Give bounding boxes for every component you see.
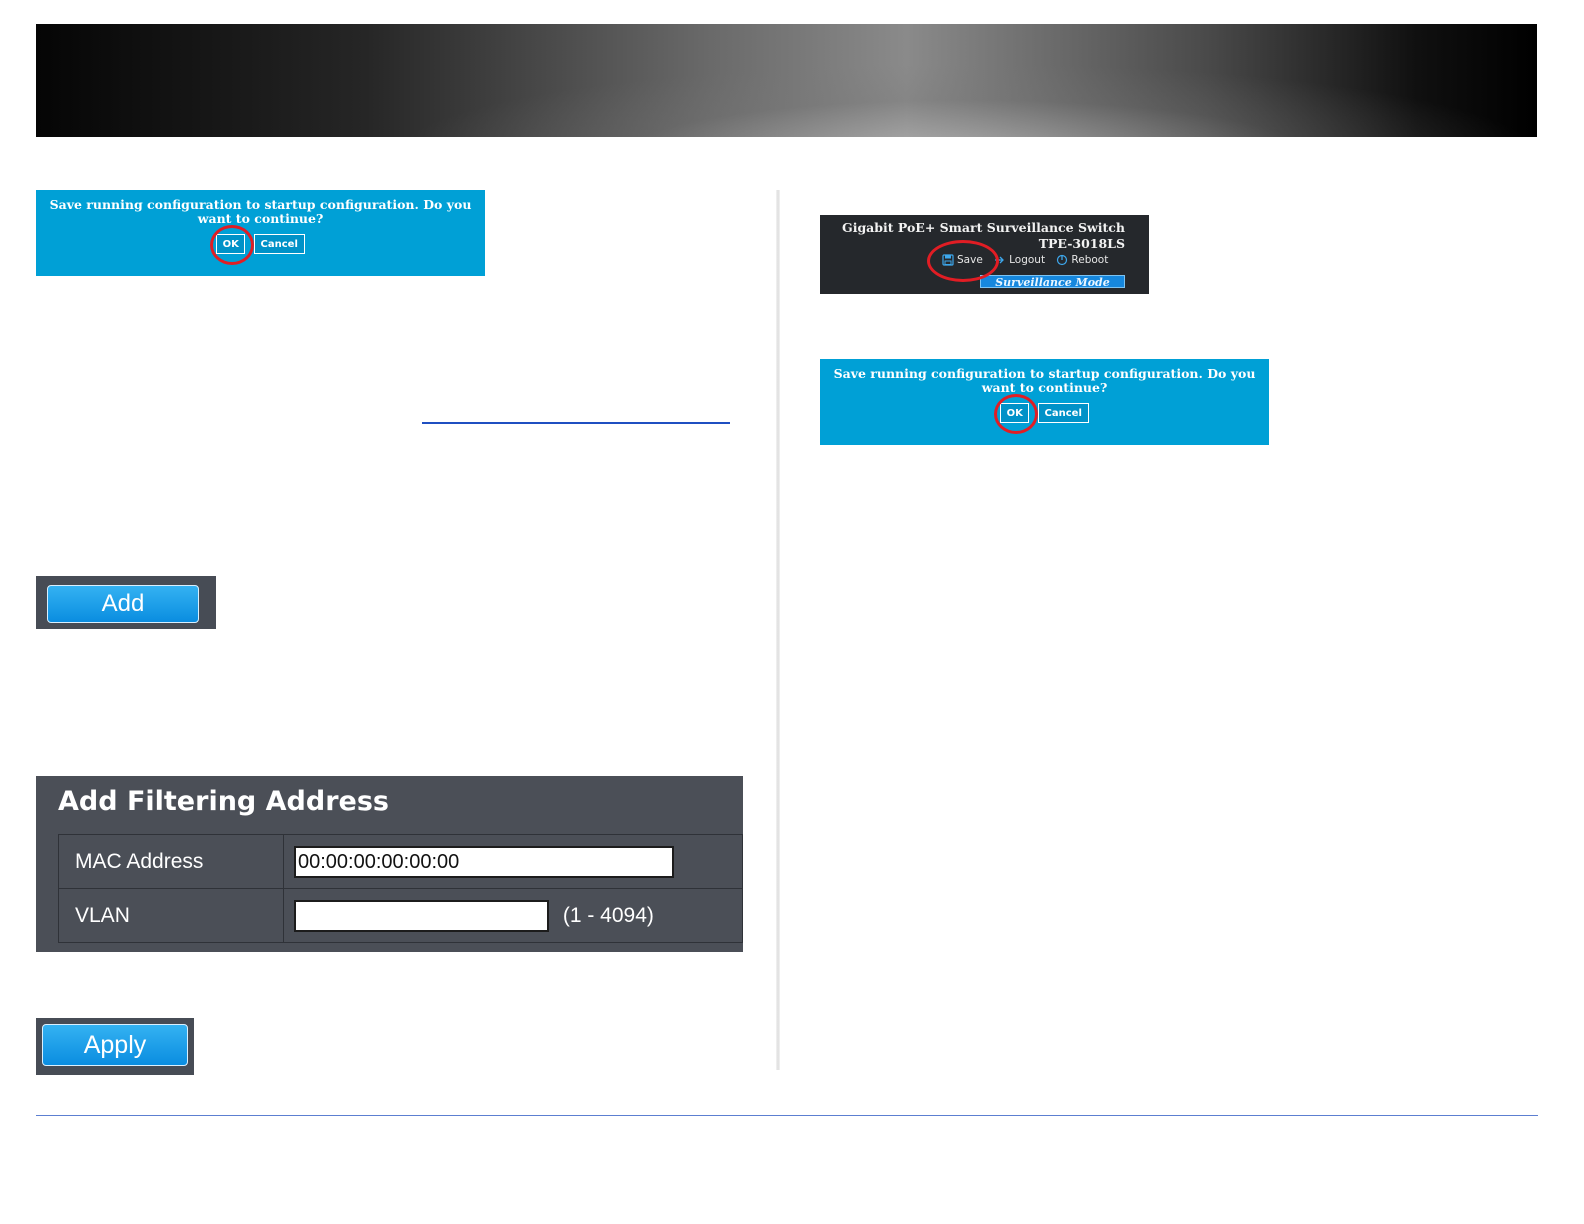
add-button[interactable]: Add — [47, 585, 199, 623]
hyperlink-underline[interactable] — [422, 422, 730, 424]
product-name: Gigabit PoE+ Smart Surveillance Switch — [842, 220, 1125, 235]
model-name: TPE-3018LS — [1038, 236, 1125, 251]
vlan-label: VLAN — [58, 888, 284, 943]
mac-address-label: MAC Address — [58, 834, 284, 889]
switch-header-snippet: Gigabit PoE+ Smart Surveillance Switch T… — [820, 215, 1149, 294]
footer-rule — [36, 1115, 1538, 1116]
save-confirm-dialog: Save running configuration to startup co… — [820, 359, 1269, 445]
dialog-buttons: OK Cancel — [36, 234, 485, 254]
cancel-button[interactable]: Cancel — [253, 234, 305, 254]
ok-button[interactable]: OK — [216, 234, 246, 254]
logout-icon — [995, 256, 1005, 264]
dialog-message: Save running configuration to startup co… — [49, 197, 472, 226]
logout-link[interactable]: Logout — [994, 254, 1045, 266]
header-actions: Save Logout Reboot — [942, 254, 1108, 266]
apply-button[interactable]: Apply — [42, 1024, 188, 1066]
reboot-icon — [1057, 254, 1068, 266]
vlan-row: VLAN (1 - 4094) — [58, 888, 743, 943]
dialog-buttons: OK Cancel — [820, 403, 1269, 423]
dialog-message: Save running configuration to startup co… — [833, 366, 1256, 395]
reboot-link[interactable]: Reboot — [1056, 254, 1108, 266]
filter-form-table: MAC Address 00:00:00:00:00:00 VLAN (1 - … — [58, 834, 743, 943]
ok-button[interactable]: OK — [1000, 403, 1030, 423]
save-confirm-dialog: Save running configuration to startup co… — [36, 190, 485, 276]
apply-button-frame: Apply — [36, 1018, 194, 1075]
reboot-label: Reboot — [1071, 254, 1109, 266]
save-icon — [942, 254, 954, 266]
save-label: Save — [957, 254, 983, 266]
page-header-banner — [36, 24, 1537, 137]
panel-title: Add Filtering Address — [58, 786, 389, 817]
vlan-input[interactable] — [294, 899, 549, 932]
mac-address-cell: 00:00:00:00:00:00 — [283, 834, 743, 889]
column-divider — [776, 190, 780, 1070]
cancel-button[interactable]: Cancel — [1037, 403, 1089, 423]
logout-label: Logout — [1009, 254, 1046, 266]
add-filtering-address-panel: Add Filtering Address MAC Address 00:00:… — [36, 776, 743, 952]
surveillance-mode-button[interactable]: Surveillance Mode — [980, 275, 1125, 289]
add-button-frame: Add — [36, 576, 216, 629]
save-link[interactable]: Save — [942, 254, 983, 266]
vlan-range-hint: (1 - 4094) — [562, 903, 654, 927]
mac-address-input[interactable]: 00:00:00:00:00:00 — [294, 845, 674, 878]
vlan-cell: (1 - 4094) — [283, 888, 743, 943]
mac-address-row: MAC Address 00:00:00:00:00:00 — [58, 834, 743, 889]
